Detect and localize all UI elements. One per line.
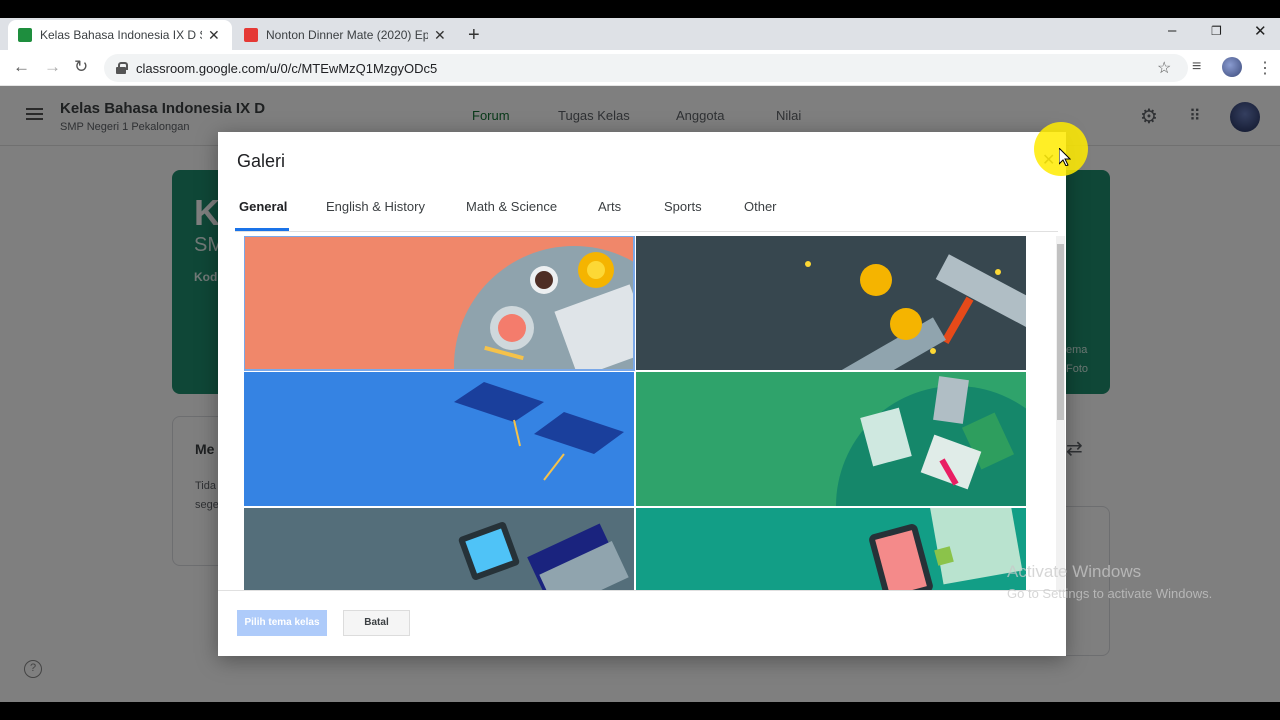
url-text: classroom.google.com/u/0/c/MTEwMzQ1MzgyO… [136, 60, 438, 76]
theme-tile-diploma-coins[interactable] [636, 236, 1026, 370]
new-tab-icon[interactable]: + [468, 24, 480, 47]
forward-icon[interactable]: → [44, 57, 61, 77]
windows-activation-text: Go to Settings to activate Windows. [1007, 586, 1213, 601]
tab-title: Nonton Dinner Mate (2020) Episo [266, 28, 428, 42]
gallery-scrollbar-thumb[interactable] [1057, 244, 1064, 420]
video-site-favicon-icon [244, 28, 258, 42]
mouse-cursor-icon [1059, 148, 1071, 166]
dialog-title: Galeri [237, 151, 286, 171]
close-tab-icon[interactable]: ✕ [434, 27, 446, 44]
tab-divider [235, 231, 1058, 232]
tab-arts[interactable]: Arts [598, 199, 621, 214]
browser-window: Kelas Bahasa Indonesia IX D SMP ✕ Nonton… [0, 18, 1280, 702]
close-tab-icon[interactable]: ✕ [208, 27, 220, 44]
browser-toolbar: ← → ↻ classroom.google.com/u/0/c/MTEwMzQ… [0, 50, 1280, 86]
browser-tab-nonton[interactable]: Nonton Dinner Mate (2020) Episo ✕ [234, 20, 458, 50]
tab-strip: Kelas Bahasa Indonesia IX D SMP ✕ Nonton… [0, 18, 1280, 50]
restore-icon[interactable]: ❐ [1211, 24, 1222, 38]
tab-title: Kelas Bahasa Indonesia IX D SMP [40, 28, 202, 42]
theme-tile-books-table[interactable] [636, 372, 1026, 506]
tab-math-science[interactable]: Math & Science [466, 199, 557, 214]
theme-tile-tablet-laptop[interactable] [244, 508, 634, 590]
classroom-favicon-icon [18, 28, 32, 42]
theme-tile-graduation-caps[interactable] [244, 372, 634, 506]
profile-avatar-icon[interactable] [1222, 57, 1242, 77]
reload-icon[interactable]: ↻ [74, 57, 88, 77]
tab-english-history[interactable]: English & History [326, 199, 425, 214]
tab-sports[interactable]: Sports [664, 199, 702, 214]
tab-general[interactable]: General [239, 199, 287, 214]
bookmark-star-icon[interactable]: ☆ [1157, 58, 1171, 78]
windows-activation-title: Activate Windows [1007, 562, 1142, 581]
cancel-button[interactable]: Batal [343, 610, 410, 636]
gallery-dialog: Galeri ✕ General English & History Math … [218, 132, 1066, 656]
dialog-footer-divider [218, 590, 1066, 591]
more-menu-icon[interactable]: ⋮ [1257, 58, 1273, 78]
browser-tab-classroom[interactable]: Kelas Bahasa Indonesia IX D SMP ✕ [8, 20, 232, 50]
address-bar[interactable]: classroom.google.com/u/0/c/MTEwMzQ1MzgyO… [104, 54, 1188, 82]
tab-other[interactable]: Other [744, 199, 777, 214]
theme-gallery [244, 236, 1028, 590]
window-close-icon[interactable]: ✕ [1254, 22, 1267, 40]
back-icon[interactable]: ← [13, 57, 30, 77]
select-theme-button[interactable]: Pilih tema kelas [237, 610, 327, 636]
classroom-page: Kelas Bahasa Indonesia IX D SMP Negeri 1… [0, 86, 1280, 702]
minimize-icon[interactable]: – [1168, 22, 1176, 39]
lock-icon [116, 62, 128, 74]
theme-tile-phone-notes[interactable] [636, 508, 1026, 590]
theme-tile-coffee-newspaper[interactable] [244, 236, 635, 371]
media-queue-icon[interactable]: ≡ [1192, 58, 1201, 76]
